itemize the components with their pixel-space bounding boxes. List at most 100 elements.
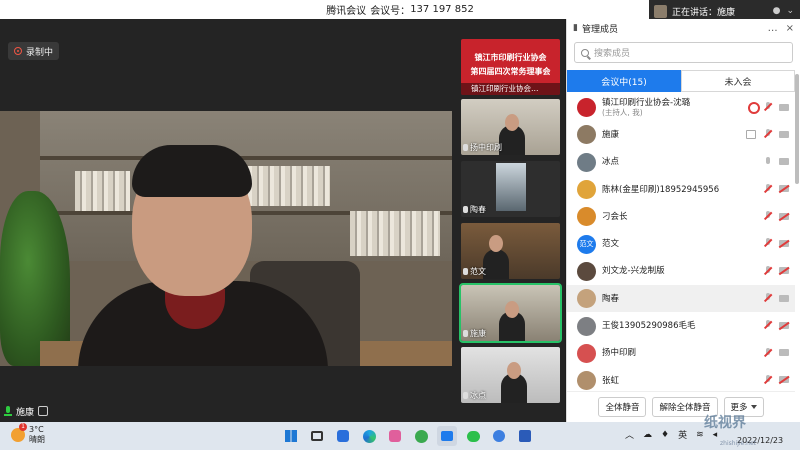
mic-icon[interactable] [764,156,771,167]
mute-all-button[interactable]: 全体静音 [598,397,647,417]
thumbnail-bingdian[interactable]: 冰点 [461,347,560,403]
mic-muted-icon[interactable] [764,211,771,221]
recording-badge[interactable]: 录制中 [8,42,60,60]
member-name: 镇江印刷行业协会-沈璐 [602,97,691,108]
list-item[interactable]: 陶春 [567,285,795,313]
avatar [577,98,596,118]
list-item[interactable]: 冰点 [567,149,795,176]
list-item[interactable]: 刁会长 [567,203,795,230]
thumbnail-shikang[interactable]: 施康 [459,283,562,343]
list-item[interactable]: 施康 [567,121,795,148]
camera-off-icon[interactable] [779,321,789,329]
main-speaker-video[interactable] [0,111,452,366]
word-icon[interactable] [515,426,535,446]
chevron-down-icon [750,405,757,409]
thumbnail-label: 陶春 [470,205,486,214]
weather-widget[interactable]: 1 3°C 晴朗 [11,423,45,445]
member-tabs: 会议中(15) 未入会 [567,70,795,92]
video-stage: 录制中 镇江市印刷行业协会 第四届四次常务理事会 镇江印刷行业协会… 扬中印刷 … [0,19,565,422]
camera-off-icon[interactable] [779,212,789,220]
banner-line-1: 镇江市印刷行业协会 [474,53,547,62]
task-view-icon[interactable] [307,426,327,446]
mic-muted-icon[interactable] [764,347,771,358]
list-item[interactable]: 陈林(金星印刷)18952945956 [567,176,795,203]
list-item[interactable]: 刘文龙-兴龙制版 [567,258,795,285]
participant-icon [38,406,49,416]
close-icon[interactable]: × [786,23,794,34]
edge-browser-icon[interactable] [359,426,379,446]
avatar [577,152,596,172]
thumbnail-label: 冰点 [470,391,486,400]
more-options-icon[interactable]: … [768,23,778,34]
panel-scrollbar[interactable] [795,74,799,184]
thumbnail-taochun[interactable]: 陶春 [461,161,560,217]
member-name: 冰点 [602,157,620,168]
mic-muted-icon[interactable] [764,238,771,248]
camera-off-icon[interactable] [779,376,789,384]
wecom-icon[interactable] [489,426,509,446]
member-name: 王俊13905290986毛毛 [602,321,696,332]
wifi-icon[interactable]: ≋ [696,430,704,440]
mic-icon[interactable]: ● [773,6,781,16]
members-icon: ▮ [573,23,578,33]
mic-muted-icon[interactable] [764,102,771,112]
list-item[interactable]: 镇江印刷行业协会-沈璐 (主持人, 我) [567,94,795,121]
camera-off-icon[interactable] [779,239,789,247]
avatar [577,207,596,227]
list-item[interactable]: 扬中印刷 [567,340,795,367]
mic-muted-icon[interactable] [764,374,771,385]
microphone-icon[interactable]: ♦ [661,430,669,440]
tab-not-joined[interactable]: 未入会 [681,70,795,92]
mic-muted-icon[interactable] [764,293,771,303]
list-item[interactable]: 范文 范文 [567,230,795,257]
sun-icon: 1 [11,423,27,442]
speaking-label: 正在讲话： [672,7,718,18]
mic-active-icon [4,406,12,416]
thumbnail-yangzhong[interactable]: 扬中印刷 [461,99,560,155]
member-name: 施康 [602,129,620,140]
list-item[interactable]: 王俊13905290986毛毛 [567,312,795,339]
chevron-up-icon[interactable]: ︿ [625,428,634,441]
avatar [654,4,667,18]
wechat-icon[interactable] [463,426,483,446]
member-name: 范文 [602,239,620,250]
search-icon [581,48,589,57]
panel-title: 管理成员 [581,24,618,35]
avatar: 范文 [577,234,596,254]
camera-icon[interactable] [779,130,789,138]
meeting-id[interactable]: 137 197 852 [410,4,474,15]
avatar [577,125,596,145]
camera-icon[interactable] [779,294,789,302]
tencent-meeting-app-icon[interactable] [333,426,353,446]
mic-muted-icon[interactable] [764,320,771,330]
start-icon[interactable] [281,426,301,446]
avatar [577,371,596,391]
member-name: 张虹 [602,375,620,386]
mic-muted-icon[interactable] [764,129,771,139]
cloud-icon[interactable]: ☁ [643,430,652,440]
watermark-url: zhishijie.net [720,440,756,447]
mic-muted-icon[interactable] [764,265,771,276]
mic-muted-icon[interactable] [764,183,771,194]
screen-share-icon [746,129,756,139]
thumbnail-fanwen[interactable]: 范文 [461,223,560,279]
thumbnail-label: 镇江印刷行业协会… [471,84,539,93]
camera-icon[interactable] [779,349,789,357]
camera-icon[interactable] [779,103,789,111]
input-method[interactable]: 英 [678,428,687,441]
camera-icon[interactable] [779,158,789,166]
snipping-tool-icon[interactable] [385,426,405,446]
panel-header: ▮ 管理成员 … × [567,19,800,37]
chevron-down-icon[interactable]: ⌄ [786,6,794,16]
camera-off-icon[interactable] [779,267,789,275]
avatar [577,289,596,309]
member-search-input[interactable]: 搜索成员 [574,42,793,63]
tencent-meeting-active-icon[interactable] [437,426,457,446]
tab-in-meeting[interactable]: 会议中(15) [567,70,681,92]
meeting-id-label: 会议号： [370,6,411,17]
windows-taskbar: 1 3°C 晴朗 ︿ ☁ ♦ 英 ≋ ◂ 2022/12/23 [0,422,800,450]
watermark-logo: 纸视界 [704,415,746,431]
browser-icon[interactable] [411,426,431,446]
camera-off-icon[interactable] [779,185,789,193]
thumbnail-host[interactable]: 镇江市印刷行业协会 第四届四次常务理事会 镇江印刷行业协会… [461,39,560,95]
